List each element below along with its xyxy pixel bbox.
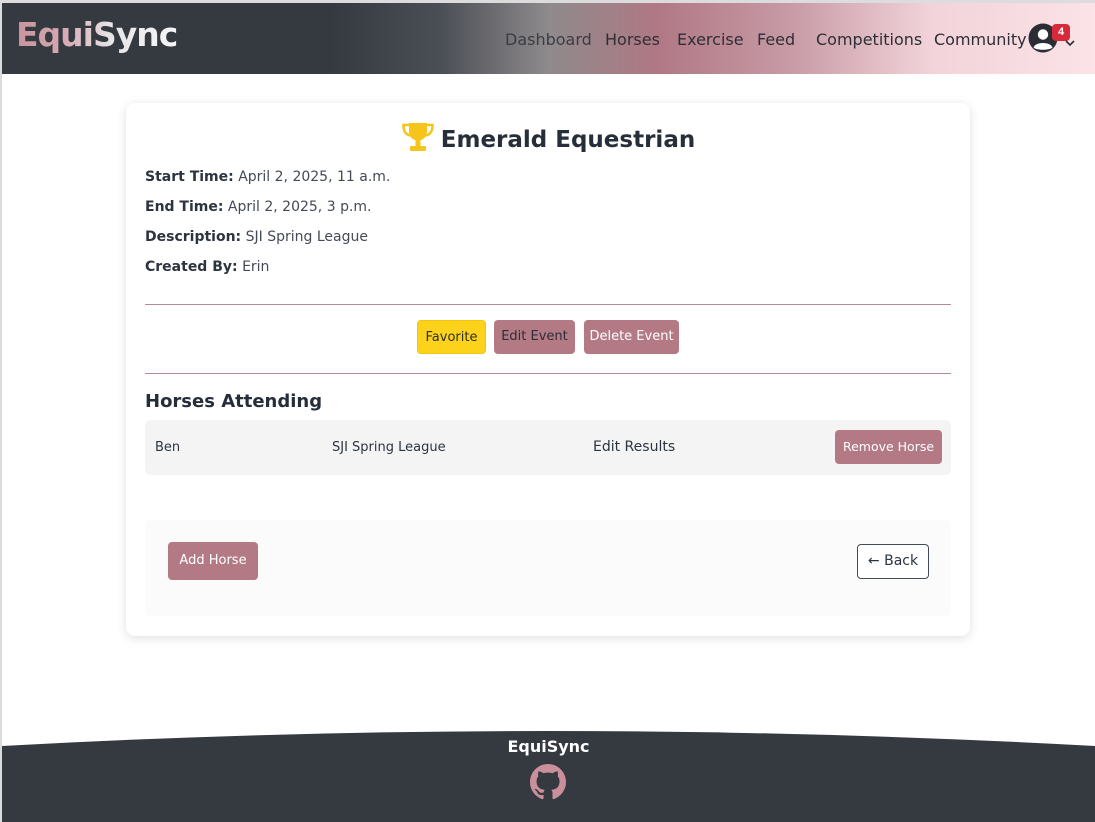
footer-brand: EquiSync bbox=[507, 737, 590, 756]
event-title: Emerald Equestrian bbox=[440, 127, 696, 153]
detail-label: Description: bbox=[145, 229, 242, 245]
detail-created-by: Created By: Erin bbox=[145, 259, 269, 275]
detail-description: Description: SJI Spring League bbox=[145, 229, 368, 245]
detail-label: End Time: bbox=[145, 199, 224, 215]
favorite-button[interactable]: Favorite bbox=[417, 320, 486, 354]
chevron-down-icon bbox=[1065, 40, 1075, 47]
remove-horse-button[interactable]: Remove Horse bbox=[835, 430, 942, 464]
nav-link-dashboard[interactable]: Dashboard bbox=[505, 30, 592, 49]
navbar: EquiSync Dashboard Horses Exercise Feed … bbox=[2, 3, 1095, 74]
detail-value: April 2, 2025, 11 a.m. bbox=[238, 169, 391, 185]
trophy-icon bbox=[401, 123, 434, 151]
divider bbox=[145, 373, 951, 374]
horses-attending-title: Horses Attending bbox=[145, 391, 323, 412]
detail-end-time: End Time: April 2, 2025, 3 p.m. bbox=[145, 199, 372, 215]
nav-link-horses[interactable]: Horses bbox=[605, 30, 660, 49]
event-card: Emerald Equestrian Start Time: April 2, … bbox=[126, 103, 970, 636]
divider bbox=[145, 304, 951, 305]
nav-link-feed[interactable]: Feed bbox=[757, 30, 795, 49]
brand-logo[interactable]: EquiSync bbox=[16, 15, 178, 54]
nav-link-exercise[interactable]: Exercise bbox=[677, 30, 744, 49]
user-menu[interactable]: 4 bbox=[1026, 23, 1076, 57]
detail-value: SJI Spring League bbox=[245, 229, 368, 245]
detail-start-time: Start Time: April 2, 2025, 11 a.m. bbox=[145, 169, 390, 185]
detail-value: April 2, 2025, 3 p.m. bbox=[227, 199, 372, 215]
github-icon[interactable] bbox=[530, 764, 566, 800]
actions-panel: Add Horse ← Back bbox=[145, 520, 951, 616]
horse-row: Ben SJI Spring League Edit Results Remov… bbox=[145, 420, 951, 475]
event-title-row: Emerald Equestrian bbox=[126, 121, 970, 153]
detail-label: Start Time: bbox=[145, 169, 234, 185]
horse-event: SJI Spring League bbox=[332, 440, 446, 455]
nav-link-competitions[interactable]: Competitions bbox=[816, 30, 922, 49]
horse-name: Ben bbox=[155, 440, 181, 455]
detail-value: Erin bbox=[242, 259, 270, 275]
footer: EquiSync bbox=[2, 728, 1095, 822]
delete-event-button[interactable]: Delete Event bbox=[584, 320, 679, 354]
edit-event-button[interactable]: Edit Event bbox=[494, 320, 575, 354]
edit-results-link[interactable]: Edit Results bbox=[593, 420, 675, 475]
back-button[interactable]: ← Back bbox=[857, 544, 929, 579]
add-horse-button[interactable]: Add Horse bbox=[168, 542, 258, 580]
nav-link-community[interactable]: Community bbox=[934, 30, 1027, 49]
detail-label: Created By: bbox=[145, 259, 238, 275]
